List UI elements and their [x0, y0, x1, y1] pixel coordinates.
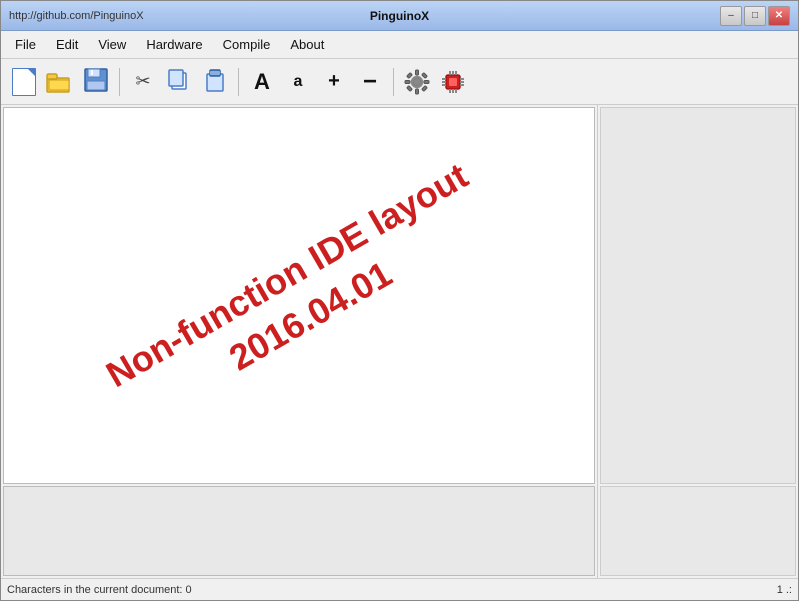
- font-small-button[interactable]: a: [281, 65, 315, 99]
- zoom-in-icon: +: [328, 70, 340, 93]
- titlebar: http://github.com/PinguinoX PinguinoX – …: [1, 1, 798, 31]
- open-button[interactable]: [43, 65, 77, 99]
- editor-pane: Non-function IDE layout 2016.04.01: [1, 105, 598, 578]
- toolbar-separator-3: [393, 68, 394, 96]
- toolbar-separator-1: [119, 68, 120, 96]
- copy-button[interactable]: [162, 65, 196, 99]
- titlebar-url: http://github.com/PinguinoX: [9, 10, 144, 22]
- main-window: http://github.com/PinguinoX PinguinoX – …: [0, 0, 799, 601]
- menu-compile[interactable]: Compile: [213, 33, 281, 56]
- menu-file[interactable]: File: [5, 33, 46, 56]
- maximize-button[interactable]: □: [744, 6, 766, 26]
- window-controls: – □ ✕: [720, 6, 790, 26]
- upload-icon: [439, 68, 467, 96]
- paste-button[interactable]: [198, 65, 232, 99]
- zoom-out-button[interactable]: −: [353, 65, 387, 99]
- menu-edit[interactable]: Edit: [46, 33, 88, 56]
- menu-about[interactable]: About: [280, 33, 334, 56]
- status-chars: Characters in the current document: 0: [7, 584, 192, 596]
- toolbar-separator-2: [238, 68, 239, 96]
- watermark: Non-function IDE layout 2016.04.01: [98, 152, 500, 438]
- editor-main[interactable]: Non-function IDE layout 2016.04.01: [3, 107, 595, 484]
- close-button[interactable]: ✕: [768, 6, 790, 26]
- right-panel-top: [600, 107, 796, 484]
- right-panel-bottom: [600, 486, 796, 576]
- toolbar: ✂ A: [1, 59, 798, 105]
- cut-button[interactable]: ✂: [126, 65, 160, 99]
- menubar: File Edit View Hardware Compile About: [1, 31, 798, 59]
- gear-icon: [403, 68, 431, 96]
- zoom-out-icon: −: [363, 72, 377, 91]
- font-large-button[interactable]: A: [245, 65, 279, 99]
- main-area: Non-function IDE layout 2016.04.01: [1, 105, 798, 578]
- new-button[interactable]: [7, 65, 41, 99]
- menu-view[interactable]: View: [88, 33, 136, 56]
- minimize-button[interactable]: –: [720, 6, 742, 26]
- statusbar: Characters in the current document: 0 1 …: [1, 578, 798, 600]
- new-file-icon: [12, 68, 36, 96]
- settings-button[interactable]: [400, 65, 434, 99]
- status-right: 1 .:: [777, 584, 792, 596]
- zoom-in-button[interactable]: +: [317, 65, 351, 99]
- font-small-icon: a: [294, 74, 303, 90]
- copy-icon: [167, 68, 191, 95]
- editor-bottom-panel: [3, 486, 595, 576]
- cut-icon: ✂: [135, 71, 150, 92]
- save-icon: [83, 67, 109, 96]
- save-button[interactable]: [79, 65, 113, 99]
- open-folder-icon: [46, 69, 74, 95]
- upload-button[interactable]: [436, 65, 470, 99]
- font-large-icon: A: [254, 71, 270, 93]
- right-panel: [598, 105, 798, 578]
- titlebar-title: PinguinoX: [370, 9, 429, 23]
- menu-hardware[interactable]: Hardware: [136, 33, 212, 56]
- paste-icon: [203, 67, 227, 96]
